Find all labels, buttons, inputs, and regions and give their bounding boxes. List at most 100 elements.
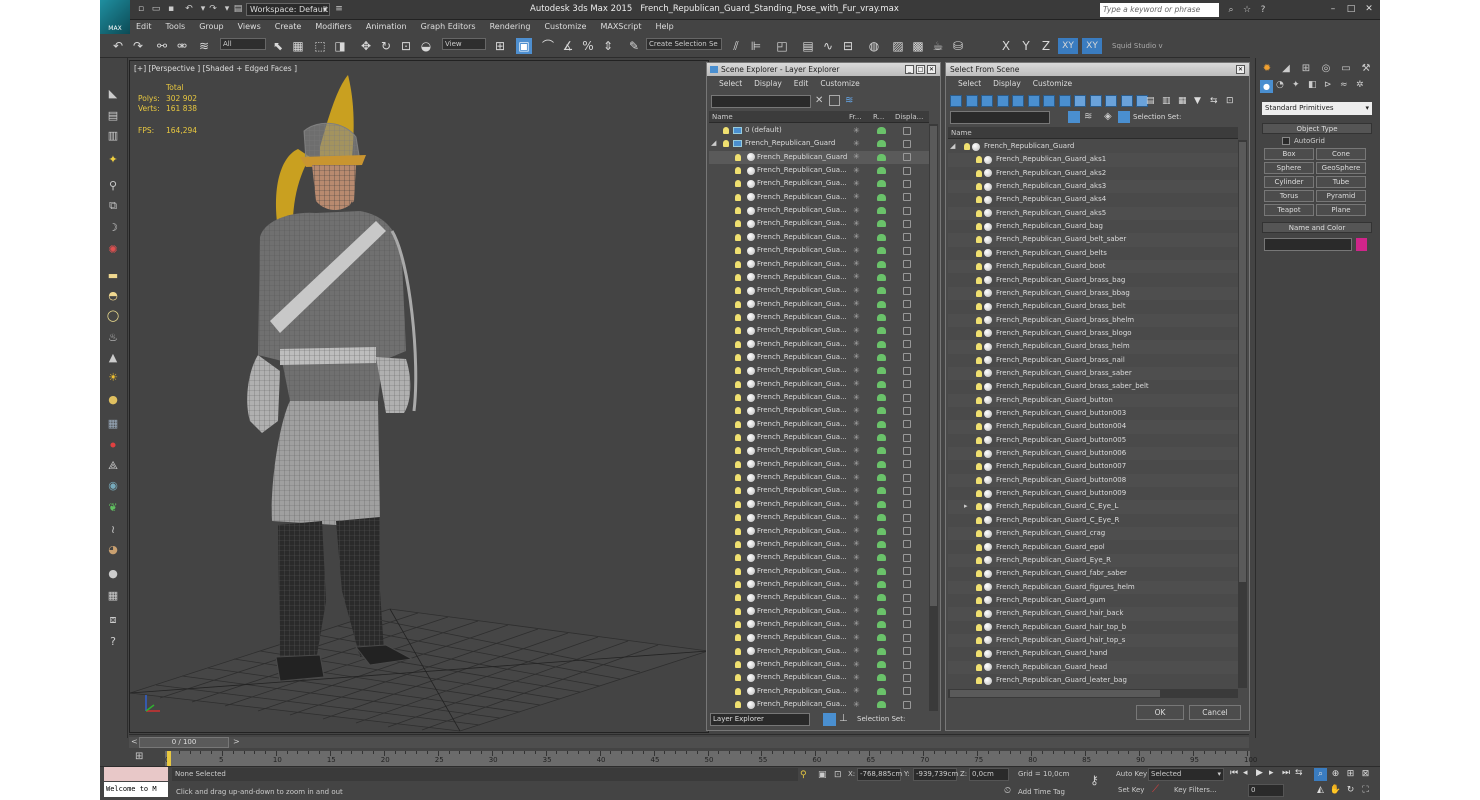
squid-studio-plugin[interactable]: Squid Studio v: [1112, 39, 1164, 53]
rotate-icon[interactable]: ↻: [378, 38, 394, 54]
freeze-icon[interactable]: ✳: [853, 620, 861, 628]
xrefs-filter-icon[interactable]: [1074, 95, 1086, 107]
visibility-bulb-icon[interactable]: [976, 623, 982, 631]
explorer-row[interactable]: French_Republican_Guard ✳: [709, 150, 929, 165]
hierarchy-tab-icon[interactable]: ⊞: [1298, 62, 1314, 76]
display-icon[interactable]: [903, 233, 911, 242]
explorer-row[interactable]: French_Republican_Gua... ✳: [709, 511, 929, 524]
renderable-icon[interactable]: [877, 594, 886, 602]
scene-object-row[interactable]: French_Republican_Guard_fabr_saber: [948, 567, 1238, 580]
explorer-row[interactable]: French_Republican_Gua... ✳: [709, 244, 929, 257]
menu-maxscript[interactable]: MAXScript: [600, 20, 641, 34]
selection-set-icon[interactable]: [1118, 111, 1130, 123]
freeze-icon[interactable]: ✳: [853, 179, 861, 188]
visibility-bulb-icon[interactable]: [735, 474, 741, 482]
visibility-bulb-icon[interactable]: [735, 327, 741, 335]
column-display[interactable]: Displa...: [895, 111, 923, 123]
renderable-icon[interactable]: [877, 487, 886, 495]
display-icon[interactable]: [903, 246, 911, 255]
scene-object-row[interactable]: French_Republican_Guard_brass_helm: [948, 340, 1238, 354]
freeze-icon[interactable]: ✳: [853, 286, 861, 295]
renderable-icon[interactable]: [877, 687, 886, 695]
explorer-row[interactable]: French_Republican_Gua... ✳: [709, 418, 929, 431]
spreadsheet-icon[interactable]: ▦: [105, 588, 121, 604]
scene-object-row[interactable]: French_Republican_Guard_Eye_R: [948, 553, 1238, 568]
visibility-bulb-icon[interactable]: [976, 396, 982, 404]
display-icon[interactable]: [903, 673, 911, 682]
scene-object-row[interactable]: French_Republican_Guard_boot: [948, 260, 1238, 274]
set-key-button[interactable]: Set Key: [1118, 786, 1144, 794]
freeze-icon[interactable]: ✳: [853, 246, 861, 255]
column-name[interactable]: Name: [712, 111, 733, 123]
renderable-icon[interactable]: [877, 327, 886, 335]
motion-tab-icon[interactable]: ◎: [1318, 62, 1334, 76]
visibility-bulb-icon[interactable]: [735, 233, 741, 241]
freeze-icon[interactable]: ✳: [853, 527, 861, 535]
space-warps-filter-icon[interactable]: [1043, 95, 1055, 107]
display-icon[interactable]: [903, 406, 911, 415]
scene-object-row[interactable]: French_Republican_Guard_brass_bag: [948, 274, 1238, 287]
select-manipulate-icon[interactable]: ▣: [516, 38, 532, 54]
visibility-bulb-icon[interactable]: [976, 236, 982, 244]
scale-icon[interactable]: ⊡: [398, 38, 414, 54]
display-icon[interactable]: [903, 286, 911, 295]
visibility-bulb-icon[interactable]: [976, 383, 982, 391]
explorer-row[interactable]: French_Republican_Gua... ✳: [709, 284, 929, 297]
visibility-bulb-icon[interactable]: [735, 567, 741, 575]
absolute-mode-icon[interactable]: ⊡: [834, 770, 842, 780]
visibility-bulb-icon[interactable]: [735, 647, 741, 655]
visibility-bulb-icon[interactable]: [735, 313, 741, 321]
menu-tools[interactable]: Tools: [166, 20, 186, 34]
rendered-frame-icon[interactable]: ▩: [910, 38, 926, 54]
freeze-icon[interactable]: ✳: [853, 166, 861, 175]
visibility-bulb-icon[interactable]: [735, 380, 741, 388]
visibility-bulb-icon[interactable]: [735, 434, 741, 442]
visibility-bulb-icon[interactable]: [976, 410, 982, 417]
visibility-bulb-icon[interactable]: [976, 316, 982, 324]
display-icon[interactable]: [903, 620, 911, 629]
cameras-icon[interactable]: ◧: [1308, 80, 1321, 96]
freeze-icon[interactable]: ✳: [853, 233, 861, 241]
display-icon[interactable]: [903, 700, 911, 709]
freeze-icon[interactable]: ✳: [853, 513, 861, 522]
explorer-row[interactable]: French_Republican_Gua... ✳: [709, 338, 929, 351]
renderable-icon[interactable]: [877, 300, 886, 308]
display-icon[interactable]: [903, 300, 911, 309]
visibility-bulb-icon[interactable]: [976, 516, 982, 524]
display-icon[interactable]: [903, 166, 911, 175]
visibility-bulb-icon[interactable]: [735, 180, 741, 188]
renderable-icon[interactable]: [877, 674, 886, 682]
scene-object-row[interactable]: French_Republican_Guard_aks4: [948, 193, 1238, 206]
named-selection-dropdown[interactable]: Create Selection Se: [646, 38, 722, 50]
visibility-bulb-icon[interactable]: [735, 367, 741, 375]
sphere-object-icon[interactable]: ◯: [105, 308, 121, 324]
explorer-row[interactable]: French_Republican_Gua... ✳: [709, 351, 929, 364]
previous-key-icon[interactable]: ◂: [1243, 768, 1248, 778]
molecule-icon[interactable]: ⚫: [105, 438, 121, 454]
display-icon[interactable]: [903, 139, 911, 148]
explorer-row[interactable]: French_Republican_Gua... ✳: [709, 391, 929, 404]
display-icon[interactable]: [903, 219, 911, 228]
freeze-icon[interactable]: ✳: [853, 660, 861, 669]
renderable-icon[interactable]: [877, 460, 886, 468]
freeze-icon[interactable]: ✳: [853, 647, 861, 655]
explorer-row[interactable]: French_Republican_Gua... ✳: [709, 271, 929, 284]
scene-object-row[interactable]: French_Republican_Guard_aks3: [948, 180, 1238, 194]
z-coord-input[interactable]: 0,0cm: [969, 768, 1009, 781]
new-file-icon[interactable]: ▫: [136, 4, 146, 14]
freeze-icon[interactable]: ✳: [853, 273, 861, 281]
freeze-icon[interactable]: ✳: [853, 460, 861, 468]
renderable-icon[interactable]: [877, 273, 886, 281]
search-input[interactable]: Type a keyword or phrase: [1100, 3, 1219, 17]
renderable-icon[interactable]: [877, 661, 886, 668]
modify-tab-icon[interactable]: ◢: [1278, 62, 1294, 76]
renderable-icon[interactable]: [877, 233, 886, 241]
key-mode-toggle-icon[interactable]: ⇆: [1295, 768, 1303, 778]
plane-button[interactable]: Plane: [1316, 204, 1366, 216]
undo-icon[interactable]: ↶: [184, 4, 194, 14]
renderable-icon[interactable]: [877, 554, 886, 562]
visibility-bulb-icon[interactable]: [976, 530, 982, 538]
expand-arrow-icon[interactable]: ◢: [950, 140, 955, 153]
axis-xy-cycle-button[interactable]: XY: [1082, 38, 1102, 54]
selection-filter-dropdown[interactable]: All: [220, 38, 266, 50]
